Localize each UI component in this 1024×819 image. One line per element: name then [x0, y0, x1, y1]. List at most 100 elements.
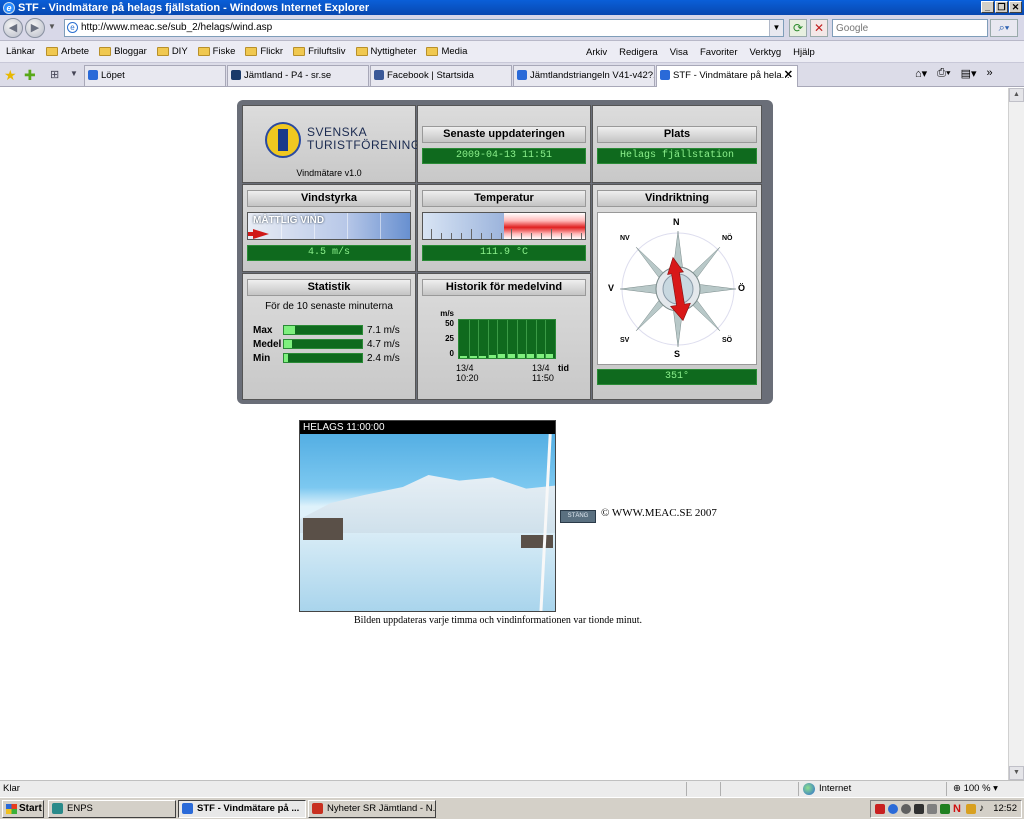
link-friluftsliv[interactable]: Friluftsliv — [288, 46, 350, 57]
minimize-button[interactable]: _ — [981, 1, 994, 13]
window-title: STF - Vindmätare på helags fjällstation … — [18, 1, 370, 14]
tray-globe-icon[interactable] — [888, 804, 898, 814]
system-tray: N ♪ 12:52 — [870, 800, 1022, 818]
forward-button[interactable]: ▶ — [25, 18, 45, 38]
history-y-tick: 50 — [445, 319, 454, 328]
history-y-unit: m/s — [440, 309, 454, 318]
history-title: Historik för medelvind — [422, 279, 586, 296]
status-bar: Klar Internet ⊕ 100 % ▾ — [0, 780, 1024, 797]
close-button[interactable]: ✕ — [1009, 1, 1022, 13]
stop-button[interactable]: ✕ — [810, 19, 828, 37]
menu-bar: Arkiv Redigera Visa Favoriter Verktyg Hjälp — [580, 41, 821, 63]
stat-row-medel: Medel 4.7 m/s — [253, 338, 400, 350]
tray-icon-3[interactable] — [901, 804, 911, 814]
search-icon[interactable]: ⌕▾ — [990, 19, 1018, 37]
scroll-up-icon[interactable]: ▲ — [1009, 88, 1024, 102]
folder-icon — [426, 47, 439, 56]
tray-icon-5[interactable] — [927, 804, 937, 814]
favorites-star-icon[interactable]: ★ — [4, 67, 17, 84]
history-bar — [460, 355, 467, 358]
compass-label-nw: NV — [620, 235, 630, 242]
close-tab-icon[interactable]: ✕ — [784, 66, 793, 85]
menu-verktyg[interactable]: Verktyg — [743, 47, 787, 58]
scroll-down-icon[interactable]: ▼ — [1009, 766, 1024, 780]
menu-redigera[interactable]: Redigera — [613, 47, 664, 58]
tray-n-icon[interactable]: N — [953, 804, 963, 815]
wind-title: Vindstyrka — [247, 190, 411, 207]
quick-tabs-icon[interactable]: ⊞ — [50, 68, 59, 81]
volume-icon[interactable]: ♪ — [979, 804, 989, 814]
home-icon[interactable]: ⌂▾ — [915, 67, 927, 80]
tab-3[interactable]: Facebook | Startsida — [370, 65, 512, 86]
tray-icon-1[interactable] — [875, 804, 885, 814]
tab-2[interactable]: Jämtland - P4 - sr.se — [227, 65, 369, 86]
history-bar — [527, 354, 535, 358]
link-bloggar[interactable]: Bloggar — [94, 46, 152, 57]
tray-icon-4[interactable] — [914, 804, 924, 814]
window-controls: _ ❐ ✕ — [981, 1, 1022, 13]
task-ie-stf[interactable]: STF - Vindmätare på ... — [178, 800, 306, 818]
refresh-button[interactable]: ⟳ — [789, 19, 807, 37]
search-input[interactable] — [833, 20, 983, 36]
stat-bar — [283, 353, 363, 363]
menu-arkiv[interactable]: Arkiv — [580, 47, 613, 58]
zoom-level[interactable]: ⊕ 100 % ▾ — [953, 781, 998, 797]
meter-version: Vindmätare v1.0 — [296, 168, 362, 178]
task-enps[interactable]: ENPS — [48, 800, 176, 818]
print-icon[interactable]: ⎙▾ — [937, 67, 950, 80]
folder-icon — [46, 47, 59, 56]
tab-list-icon[interactable]: ▼ — [70, 69, 78, 78]
link-flickr[interactable]: Flickr — [240, 46, 288, 57]
folder-icon — [99, 47, 112, 56]
history-x-unit: tid — [558, 363, 569, 373]
page-menu-icon[interactable]: ▤▾ — [961, 67, 977, 80]
vertical-scrollbar[interactable]: ▲ ▼ — [1008, 88, 1024, 780]
task-sr-jamtland[interactable]: Nyheter SR Jämtland - N... — [308, 800, 436, 818]
temperature-title: Temperatur — [422, 190, 586, 207]
link-nyttigheter[interactable]: Nyttigheter — [351, 46, 422, 57]
thermometer-bar — [422, 212, 586, 240]
restore-button[interactable]: ❐ — [995, 1, 1008, 13]
tab-4[interactable]: Jämtlandstriangeln V41-v42?... — [513, 65, 655, 86]
history-bar — [488, 354, 496, 358]
ie-logo-icon: e — [3, 1, 15, 14]
add-favorite-icon[interactable]: ✚ — [24, 67, 36, 84]
compass-label-n: N — [673, 217, 680, 227]
tab-5[interactable]: STF - Vindmätare på hela... ✕ — [656, 65, 798, 87]
tab-bar: ★ ✚ ⊞ ▼ Löpet Jämtland - P4 - sr.se Facebo… — [0, 63, 1024, 87]
tab-favicon — [374, 70, 384, 80]
security-zone: Internet — [803, 781, 851, 797]
menu-visa[interactable]: Visa — [664, 47, 694, 58]
history-gridline — [478, 320, 480, 358]
close-image-button[interactable]: STÄNG — [560, 510, 596, 523]
tray-icon-8[interactable] — [966, 804, 976, 814]
address-bar[interactable]: e http://www.meac.se/sub_2/helags/wind.a… — [64, 19, 784, 37]
tray-icon-6[interactable] — [940, 804, 950, 814]
history-dropdown-icon[interactable]: ▼ — [48, 22, 56, 31]
address-url: http://www.meac.se/sub_2/helags/wind.asp — [81, 22, 273, 33]
tab-1[interactable]: Löpet — [84, 65, 226, 86]
link-diy[interactable]: DIY — [152, 46, 193, 57]
search-box[interactable] — [832, 19, 988, 37]
wind-value: 4.5 m/s — [247, 245, 411, 261]
statistics-title: Statistik — [247, 279, 411, 296]
history-chart — [458, 319, 556, 359]
more-icon[interactable]: » — [987, 67, 993, 80]
history-x-start: 13/4 10:20 — [456, 363, 479, 383]
updated-title: Senaste uppdateringen — [422, 126, 586, 143]
menu-hjälp[interactable]: Hjälp — [787, 47, 821, 58]
tab-favicon — [231, 70, 241, 80]
history-y-tick: 0 — [449, 349, 454, 358]
menu-favoriter[interactable]: Favoriter — [694, 47, 743, 58]
compass: N NÖ Ö SÖ S SV V NV — [597, 212, 757, 365]
place-value: Helags fjällstation — [597, 148, 757, 164]
address-dropdown-icon[interactable]: ▼ — [769, 20, 783, 36]
link-fiske[interactable]: Fiske — [193, 46, 241, 57]
back-button[interactable]: ◀ — [3, 18, 23, 38]
link-arbete[interactable]: Arbete — [41, 46, 94, 57]
folder-icon — [355, 47, 368, 56]
start-button[interactable]: Start — [2, 800, 44, 818]
link-media[interactable]: Media — [421, 46, 472, 57]
wind-category-label: MÅTTLIG VIND — [253, 215, 325, 226]
compass-label-s: S — [674, 349, 681, 359]
